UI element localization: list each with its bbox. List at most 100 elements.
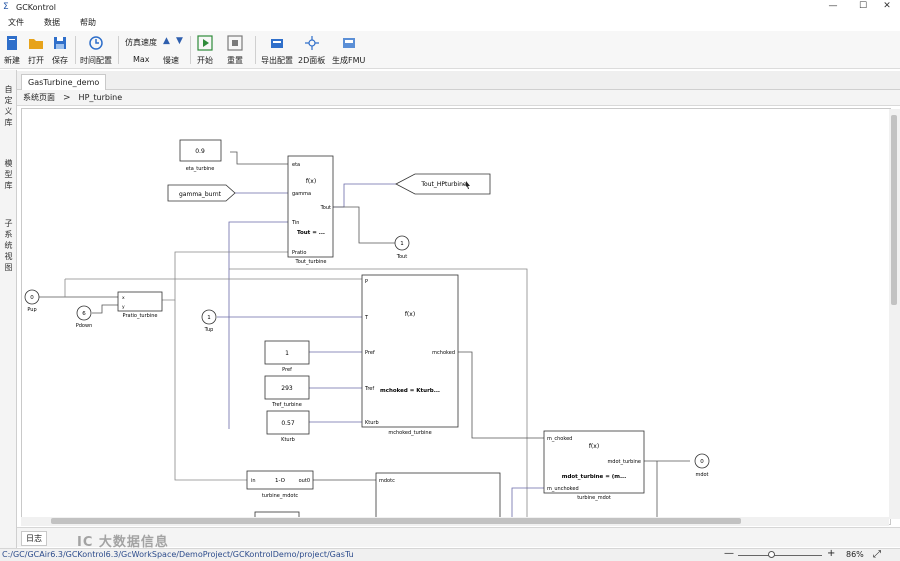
sidebar-tab-custom-library[interactable]: 自 定 义 库	[1, 84, 16, 128]
vertical-scroll-thumb[interactable]	[891, 115, 897, 305]
folder-icon	[29, 39, 43, 49]
vertical-scrollbar[interactable]	[889, 109, 900, 519]
one-minus-port-out: out0	[299, 478, 310, 484]
toolbar-separator	[118, 36, 119, 64]
tout-port-gamma: gamma	[292, 191, 311, 197]
tout-fx: f(x)	[306, 178, 316, 185]
fit-view-icon[interactable]: ⤢	[873, 549, 881, 560]
mchoked-port-pref: Pref	[365, 350, 375, 356]
sidebar-tab-subsystem-view[interactable]: 子 系 统 视 图	[1, 218, 16, 273]
tref-constant-label: Tref_turbine	[271, 402, 302, 408]
time-config-button[interactable]: 时间配置	[80, 33, 112, 67]
mdot-port-m-unchoked: m_unchoked	[547, 486, 579, 492]
fmu-icon	[342, 38, 355, 48]
tref-constant-value[interactable]: 293	[281, 385, 293, 392]
tout-port-pratio: Pratio	[292, 250, 306, 256]
one-minus-port-in: in	[251, 478, 256, 484]
tup-inport-num[interactable]: 1	[207, 315, 211, 321]
menu-file[interactable]: 文件	[8, 17, 24, 28]
reset-button[interactable]: 重置	[227, 33, 243, 67]
tout-goto-label[interactable]: Tout_HPturbine	[420, 181, 467, 188]
breadcrumb: 系统页面 > HP_turbine	[17, 90, 900, 106]
tout-block-label: Tout_turbine	[295, 259, 327, 265]
pup-inport-num[interactable]: 0	[30, 295, 34, 301]
tout-port-eta: eta	[292, 162, 300, 168]
mdot-fx: f(x)	[589, 443, 599, 450]
tout-expression: Tout = ...	[297, 230, 325, 236]
tout-port-out: Tout	[320, 205, 331, 211]
play-icon	[197, 35, 213, 51]
mchoked-port-kturb: Kturb	[365, 420, 379, 426]
zoom-slider[interactable]	[738, 555, 822, 556]
mchoked-fx: f(x)	[405, 311, 415, 318]
mdot-port-m-choked: m_choked	[547, 436, 572, 442]
zoom-in-button[interactable]: +	[827, 548, 835, 559]
new-button[interactable]: 新建	[4, 33, 20, 67]
mchoked-port-tref: Tref	[364, 386, 374, 392]
speed-down-icon[interactable]: ▼	[176, 36, 183, 46]
tab-gasturbine-demo[interactable]: GasTurbine_demo	[21, 74, 107, 90]
zoom-out-button[interactable]: —	[724, 548, 734, 559]
export-icon	[271, 39, 283, 48]
speed-up-icon[interactable]: ▲	[163, 36, 170, 46]
open-button[interactable]: 打开	[28, 33, 44, 67]
app-icon: Σ	[3, 2, 9, 12]
menu-data[interactable]: 数据	[44, 17, 60, 28]
one-minus-op: 1-O	[275, 478, 286, 484]
pratio-block-label: Pratio_turbine	[123, 313, 158, 319]
document-tab-row: GasTurbine_demo	[17, 71, 900, 90]
tout-outport-num[interactable]: 1	[400, 241, 404, 247]
block-diagram: 0.9 eta_turbine gamma_burnt eta gamma Ti…	[24, 139, 710, 519]
save-icon	[54, 37, 66, 49]
mdot-expression: mdot_turbine = (m...	[562, 474, 627, 480]
zoom-level: 86%	[846, 550, 864, 559]
minimize-button[interactable]: —	[818, 0, 848, 14]
mchoked-block-label: mchoked_turbine	[388, 430, 431, 436]
horizontal-scroll-thumb[interactable]	[51, 518, 741, 524]
pratio-port-x: x	[122, 296, 125, 301]
horizontal-scrollbar[interactable]	[21, 517, 889, 526]
pratio-port-y: y	[122, 305, 125, 310]
breadcrumb-current[interactable]: HP_turbine	[79, 93, 123, 102]
pdown-inport-label: Pdown	[76, 323, 93, 329]
mdot-outport-label: mdot	[695, 472, 708, 478]
title-bar: Σ GCKontrol	[0, 0, 900, 14]
menu-bar: 文件 数据 帮助	[0, 14, 900, 30]
start-button[interactable]: 开始	[197, 33, 213, 67]
breadcrumb-root[interactable]: 系统页面	[23, 92, 55, 103]
tup-inport-label: Tup	[204, 327, 214, 333]
toolbar-separator	[75, 36, 76, 64]
mdotc-port-in: mdotc	[379, 478, 395, 484]
one-minus-block-label: turbine_mdotc	[262, 493, 299, 499]
gamma-inport-label[interactable]: gamma_burnt	[179, 191, 222, 198]
kturb-constant-value[interactable]: 0.57	[281, 420, 295, 427]
save-button[interactable]: 保存	[52, 33, 68, 67]
sim-speed-value[interactable]: Max	[133, 55, 150, 64]
sidebar-tab-model-library[interactable]: 模 型 库	[1, 158, 16, 191]
menu-help[interactable]: 帮助	[80, 17, 96, 28]
mchoked-port-p: P	[365, 279, 368, 285]
diagram-canvas[interactable]: 0.9 eta_turbine gamma_burnt eta gamma Ti…	[21, 108, 891, 525]
mdot-block-label: turbine_mdot	[577, 495, 611, 501]
mdot-port-out: mdot_turbine	[607, 459, 641, 465]
pref-constant-value[interactable]: 1	[285, 350, 289, 357]
bottom-panel: 日志 IC 大数据信息	[17, 527, 900, 550]
close-button[interactable]: ✕	[872, 0, 900, 14]
mchoked-port-out: mchoked	[432, 350, 455, 356]
tout-outport-label: Tout	[396, 254, 407, 260]
panel-2d-button[interactable]: 2D面板	[298, 33, 325, 67]
pdown-inport-num[interactable]: 6	[82, 311, 86, 317]
log-tab[interactable]: 日志	[21, 531, 47, 546]
export-config-button[interactable]: 导出配置	[261, 33, 293, 67]
zoom-slider-handle[interactable]	[767, 551, 775, 558]
gen-fmu-button[interactable]: 生成FMU	[332, 33, 365, 67]
breadcrumb-separator: >	[63, 92, 71, 103]
eta-constant-value[interactable]: 0.9	[195, 148, 205, 155]
clock-icon	[89, 36, 103, 50]
panel-2d-icon	[304, 36, 319, 50]
status-bar: C:/GC/GCAir6.3/GCKontrol6.3/GcWorkSpace/…	[0, 548, 900, 561]
toolbar-separator	[190, 36, 191, 64]
project-path: C:/GC/GCAir6.3/GCKontrol6.3/GcWorkSpace/…	[2, 550, 354, 559]
toolbar-separator	[255, 36, 256, 64]
mdot-outport-num[interactable]: 0	[700, 459, 704, 465]
